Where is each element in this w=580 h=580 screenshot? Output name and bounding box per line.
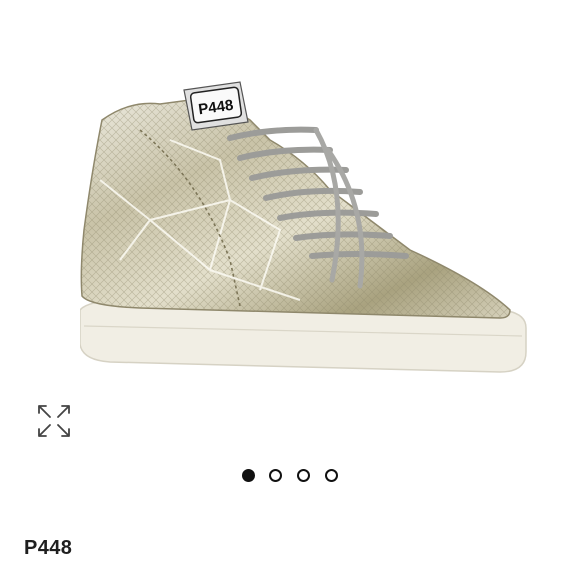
carousel-dot-2[interactable] xyxy=(269,469,282,482)
carousel-pagination xyxy=(0,469,580,487)
image-gallery[interactable]: P448 xyxy=(0,0,580,455)
brand-name[interactable]: P448 xyxy=(24,537,72,560)
carousel-dot-4[interactable] xyxy=(325,469,338,482)
carousel-dot-1[interactable] xyxy=(242,469,255,482)
product-image: P448 xyxy=(80,81,527,373)
expand-button[interactable] xyxy=(34,403,74,439)
carousel-dot-3[interactable] xyxy=(297,469,310,482)
expand-arrows-icon xyxy=(38,405,70,437)
